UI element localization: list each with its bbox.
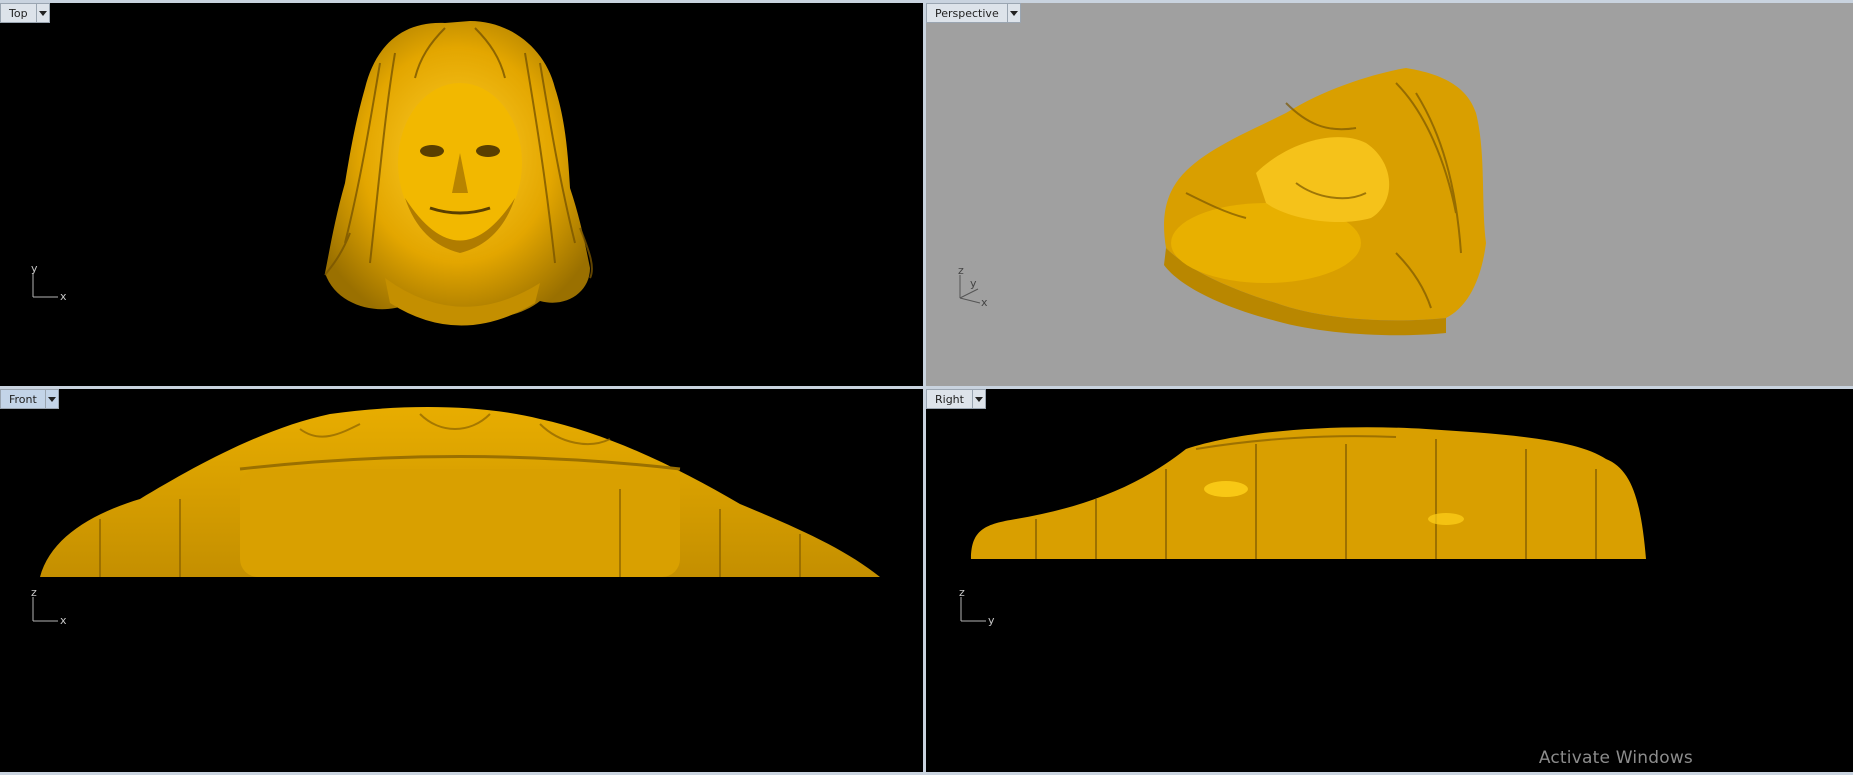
chevron-down-icon[interactable] xyxy=(971,389,986,409)
axis-label-y: y xyxy=(970,277,977,290)
viewport-front[interactable]: Front z x xyxy=(0,389,923,772)
viewport-title-perspective[interactable]: Perspective xyxy=(926,3,1021,23)
axis-label-v: y xyxy=(31,265,38,275)
viewport-right[interactable]: Right z y Activate Windows xyxy=(926,389,1853,772)
chevron-down-icon[interactable] xyxy=(44,389,59,409)
axis-label-v: z xyxy=(959,589,965,599)
axis-indicator-icon: z y x xyxy=(958,265,988,309)
viewport-title-right[interactable]: Right xyxy=(926,389,986,409)
axis-indicator-icon: z y xyxy=(959,589,995,627)
viewport-label[interactable]: Front xyxy=(0,389,45,409)
relief-model-top-view xyxy=(324,21,593,326)
axis-indicator-icon: y x xyxy=(31,265,67,303)
viewport-label[interactable]: Right xyxy=(926,389,972,409)
chevron-down-icon[interactable] xyxy=(35,3,50,23)
relief-model-right-view xyxy=(971,427,1646,559)
axis-label-x: x xyxy=(981,296,988,309)
axis-label-h: x xyxy=(60,290,67,303)
relief-model-perspective-view xyxy=(1164,68,1486,336)
viewport-label[interactable]: Top xyxy=(0,3,36,23)
rhino-app-window: Top y x Perspective z y x Front z x Righ… xyxy=(0,0,1853,775)
os-activation-watermark: Activate Windows xyxy=(1538,748,1693,768)
axis-label-z: z xyxy=(958,265,964,277)
viewport-perspective[interactable]: Perspective z y x xyxy=(926,3,1853,386)
axis-indicator-icon: z x xyxy=(31,589,67,627)
axis-label-h: y xyxy=(988,614,995,627)
viewport-title-top[interactable]: Top xyxy=(0,3,50,23)
viewport-title-front[interactable]: Front xyxy=(0,389,59,409)
relief-model-front-view xyxy=(40,407,880,577)
viewport-top[interactable]: Top y x xyxy=(0,3,923,386)
axis-label-h: x xyxy=(60,614,67,627)
axis-label-v: z xyxy=(31,589,37,599)
chevron-down-icon[interactable] xyxy=(1006,3,1021,23)
viewport-label[interactable]: Perspective xyxy=(926,3,1007,23)
